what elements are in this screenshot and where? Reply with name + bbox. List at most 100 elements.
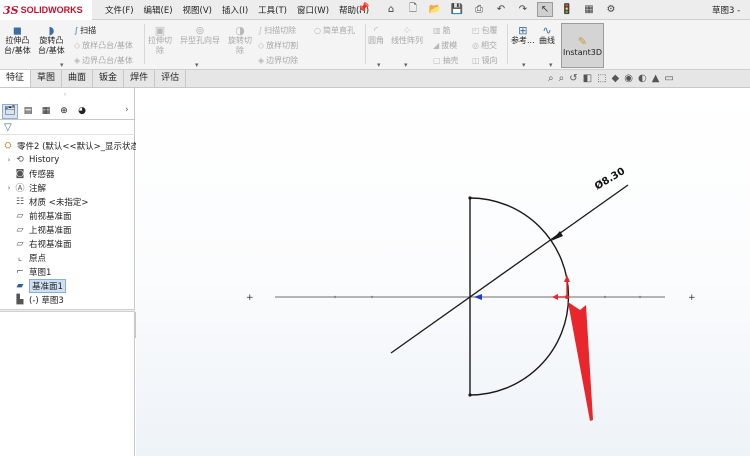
fillet-button[interactable]: ◜ 圆角 [368,25,384,46]
menu-window[interactable]: 窗口(W) [297,4,329,16]
chevron-down-icon[interactable]: ▾ [522,61,526,69]
chevron-down-icon[interactable]: ▾ [549,61,553,69]
draft-button[interactable]: ◢ 拔模 [433,40,457,51]
tree-item-sensors[interactable]: ◙ 传感器 [4,167,55,180]
section-view-icon[interactable]: ◧ [583,73,592,84]
part-icon: ⛭ [4,140,12,151]
expand-arrow-icon[interactable]: › [4,156,14,164]
graphics-area[interactable]: + + Ø8.30 [136,88,750,456]
tree-item-sketch1[interactable]: ⌐ 草图1 [4,265,51,278]
tree-item-history[interactable]: › ⟲ History [4,153,60,166]
configuration-manager-tab-icon[interactable]: ▦ [38,104,54,119]
tab-sketch[interactable]: 草图 [31,70,63,87]
revolve-boss-button[interactable]: ◗ 旋转凸 台/基体 [38,25,65,56]
swept-cut-button[interactable]: ∫ 扫描切除 [258,25,296,36]
hole-wizard-button[interactable]: ⊚ 异型孔向导 [180,25,220,46]
extrude-boss-label: 拉伸凸 台/基体 [4,36,31,55]
loft-icon: ◇ [74,41,81,50]
extrude-boss-button[interactable]: ◼ 拉伸凸 台/基体 [4,25,31,56]
options-gear-icon[interactable]: ⚙ [603,2,619,17]
undo-icon[interactable]: ↶ [493,2,509,17]
lofted-cut-button[interactable]: ◇ 放样切割 [258,40,298,51]
curves-button[interactable]: ∿ 曲线 [539,25,555,46]
chevron-down-icon[interactable]: ▾ [377,61,381,69]
tree-item-sketch3[interactable]: ▙ (-) 草图3 [4,293,64,306]
selected-arc-point[interactable] [565,295,569,299]
tree-root-part[interactable]: ⛭ 零件2 (默认<<默认>_显示状态 [2,139,139,152]
solidworks-logo[interactable]: 3S SOLIDWORKS [0,0,92,20]
hole-wizard-label: 异型孔向导 [180,36,220,45]
view-orientation-icon[interactable]: ⬚ [597,73,606,84]
tree-item-material[interactable]: ☷ 材质 <未指定> [4,195,89,208]
file-properties-icon[interactable]: ▦ [581,2,597,17]
home-icon[interactable]: ⌂ [383,2,399,17]
plus-marker-icon: + [246,293,254,303]
loft-boss-button[interactable]: ◇ 放样凸台/基体 [74,40,133,51]
simple-hole-button[interactable]: ○ 简单直孔 [314,25,355,36]
select-pointer-icon[interactable]: ↖ [537,2,553,17]
tab-sheet-metal[interactable]: 钣金 [93,70,125,87]
mirror-button[interactable]: ◫ 镜向 [472,55,498,66]
sketch-endpoint[interactable] [468,393,472,397]
previous-view-icon[interactable]: ↺ [569,73,577,84]
rib-button[interactable]: ▥ 筋 [433,25,451,36]
pin-menu-icon[interactable]: 📌 [357,3,369,14]
tree-item-plane1[interactable]: ▰ 基准面1 [4,278,66,293]
print-icon[interactable]: ⎙ [471,2,487,17]
traffic-light-icon[interactable]: 🚦 [559,2,575,17]
wrap-button[interactable]: ◰ 包覆 [472,25,498,36]
linear-pattern-button[interactable]: ⁘ 线性阵列 [391,25,423,46]
redo-icon[interactable]: ↷ [515,2,531,17]
boundary-boss-button[interactable]: ◈ 边界凸台/基体 [74,55,133,66]
expand-arrow-icon[interactable]: › [4,184,14,192]
tab-features[interactable]: 特征 [0,70,32,87]
property-manager-tab-icon[interactable]: ▤ [20,104,36,119]
zoom-area-icon[interactable]: ⌕ [559,73,565,84]
display-style-icon[interactable]: ◆ [612,73,620,84]
tab-weldments[interactable]: 焊件 [124,70,156,87]
menu-tools[interactable]: 工具(T) [258,4,287,16]
open-icon[interactable]: 📂 [427,2,443,17]
display-manager-tab-icon[interactable]: ◕ [74,104,90,119]
menu-view[interactable]: 视图(V) [183,4,212,16]
reference-geometry-button[interactable]: ⊞ 参考... [511,25,535,46]
sketch-endpoint[interactable] [468,196,472,200]
scene-icon[interactable]: ▲ [652,73,660,84]
sketch-geometry[interactable]: + + [136,88,750,456]
tree-item-annotations[interactable]: › Ⓐ 注解 [4,181,46,195]
chevron-down-icon[interactable]: ▾ [404,61,408,69]
save-icon[interactable]: 💾 [449,2,465,17]
extrude-cut-button[interactable]: ▣ 拉伸切 除 [148,25,172,56]
chevron-down-icon[interactable]: ▾ [195,61,199,69]
hide-show-icon[interactable]: ◉ [624,73,633,84]
tab-surfaces[interactable]: 曲面 [62,70,94,87]
new-document-icon[interactable]: 🗋 [405,2,421,17]
intersect-button[interactable]: ◎ 相交 [472,40,497,51]
tree-item-right-plane[interactable]: ▱ 右视基准面 [4,237,72,250]
chevron-right-icon[interactable]: › [125,105,129,115]
shell-button[interactable]: ▢ 抽壳 [433,55,459,66]
appearance-icon[interactable]: ◐ [638,73,647,84]
boundary-cut-button[interactable]: ◈ 边界切除 [258,55,298,66]
filter-icon[interactable]: ▽ [4,122,12,133]
diameter-dimension-line[interactable] [390,184,629,354]
revolve-cut-button[interactable]: ◑ 旋转切 除 [228,25,252,56]
menu-insert[interactable]: 插入(I) [222,4,248,16]
tree-item-top-plane[interactable]: ▱ 上视基准面 [4,223,72,236]
zoom-to-fit-icon[interactable]: ⌕ [548,73,554,84]
pane-splitter[interactable] [0,309,135,312]
tree-item-front-plane[interactable]: ▱ 前视基准面 [4,209,72,222]
tab-evaluate[interactable]: 评估 [155,70,187,87]
tree-item-origin[interactable]: ⌞ 原点 [4,251,46,264]
chevron-down-icon[interactable]: ▾ [60,61,64,69]
pane-grip-icon[interactable]: ◦ [63,91,67,99]
sketch-icon: ▙ [16,294,24,305]
red-arrowhead-icon [552,294,558,300]
dimxpert-tab-icon[interactable]: ⊕ [56,104,72,119]
feature-manager-tab-icon[interactable]: 🗂 [2,103,18,119]
menu-edit[interactable]: 编辑(E) [144,4,173,16]
view-settings-icon[interactable]: ▭ [664,73,673,84]
menu-file[interactable]: 文件(F) [105,4,134,16]
sweep-button[interactable]: ∫ 扫描 [74,25,96,36]
instant3d-button[interactable]: ✎ Instant3D [561,23,604,68]
